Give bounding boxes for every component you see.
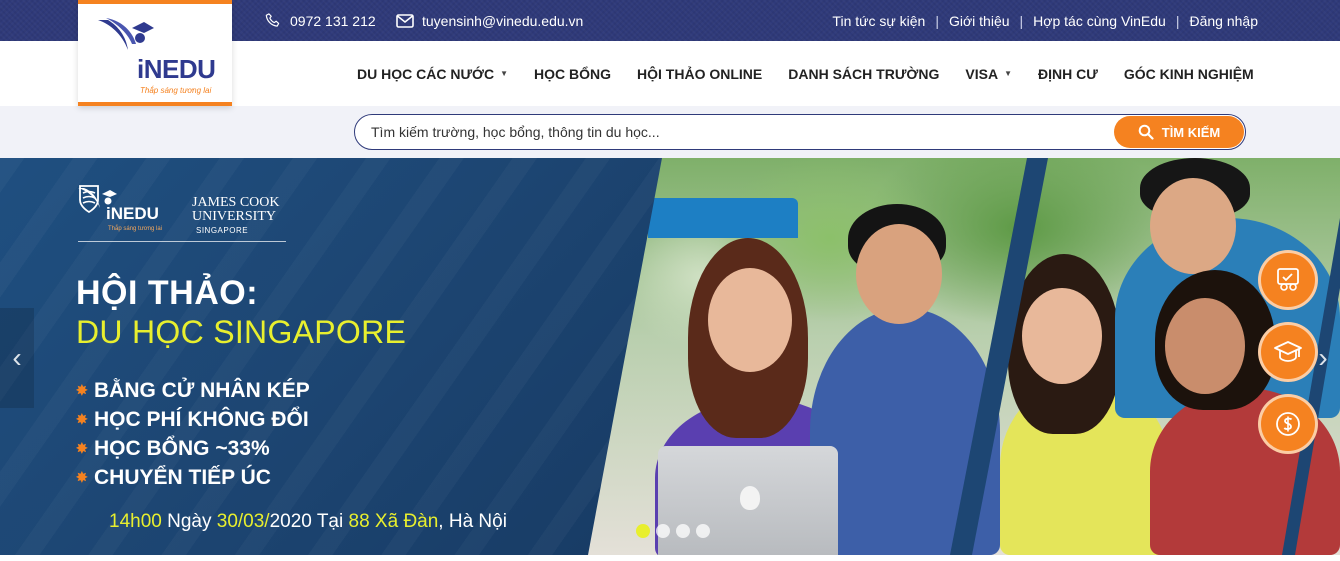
chevron-down-icon: ▼: [500, 69, 509, 78]
nav-label: ĐỊNH CƯ: [1037, 65, 1098, 82]
student-face: [1165, 298, 1245, 394]
apple-logo-icon: [740, 486, 760, 510]
consult-icon: [1277, 268, 1299, 291]
phone-icon: [265, 12, 280, 27]
search-bar: TÌM KIẾM: [354, 114, 1246, 150]
carousel-prev-button[interactable]: ‹: [0, 308, 34, 408]
search-button-label: TÌM KIẾM: [1161, 124, 1221, 140]
top-links: Tin tức sự kiện | Giới thiệu | Hợp tác c…: [832, 0, 1258, 41]
tuition-button[interactable]: [1258, 394, 1318, 454]
star-bullet-icon: ✸: [76, 440, 88, 456]
carousel-dot[interactable]: [636, 524, 650, 538]
student-face: [1022, 288, 1102, 384]
student-face: [856, 224, 942, 324]
email-address: tuyensinh@vinedu.edu.vn: [422, 12, 584, 29]
search-strip: TÌM KIẾM: [0, 106, 1340, 158]
student-face: [708, 268, 792, 372]
star-bullet-icon: ✸: [76, 411, 88, 427]
jcu-name: JAMES COOK UNIVERSITY: [192, 195, 280, 224]
dollar-icon: [1276, 412, 1300, 436]
separator: |: [935, 12, 939, 29]
hero-bullet-list: ✸ BẰNG CỬ NHÂN KÉP ✸ HỌC PHÍ KHÔNG ĐỔI ✸ HỌ…: [76, 376, 310, 492]
phone-contact[interactable]: 0972 131 212: [264, 0, 376, 41]
nav-study-abroad[interactable]: DU HỌC CÁC NƯỚC ▼: [357, 66, 508, 82]
hero-bullet: ✸ HỌC BỔNG ~33%: [76, 436, 270, 460]
graduation-cap-icon: [1274, 341, 1302, 362]
hero-bullet: ✸ CHUYỂN TIẾP ÚC: [76, 465, 271, 489]
nav-immigration[interactable]: ĐỊNH CƯ: [1038, 66, 1098, 82]
link-login[interactable]: Đăng nhập: [1189, 13, 1258, 29]
mail-icon: [396, 13, 414, 28]
email-contact[interactable]: tuyensinh@vinedu.edu.vn: [396, 0, 583, 41]
carousel-dot[interactable]: [696, 524, 710, 538]
hero-inedu-logo: iNEDU: [106, 204, 159, 223]
jcu-campus: SINGAPORE: [196, 226, 249, 235]
link-partner[interactable]: Hợp tác cùng VinEdu: [1033, 13, 1166, 29]
carousel-dot[interactable]: [676, 524, 690, 538]
umbrella-shape: [648, 198, 798, 238]
separator: |: [1019, 12, 1024, 29]
nav-experience[interactable]: GÓC KINH NGHIỆM: [1124, 66, 1254, 82]
star-bullet-icon: ✸: [76, 382, 88, 398]
star-bullet-icon: ✸: [76, 469, 88, 485]
nav-visa[interactable]: VISA ▼: [965, 66, 1012, 82]
logo-wordmark: iNEDU: [137, 54, 216, 84]
hero-inedu-tagline: Thắp sáng tương lai: [108, 226, 162, 232]
hero-event-info: 14h00 Ngày 30/03/2020 Tại 88 Xã Đàn, Hà …: [109, 511, 507, 532]
consult-button[interactable]: [1258, 250, 1318, 310]
link-news-events[interactable]: Tin tức sự kiện: [832, 13, 925, 29]
separator: |: [1175, 12, 1180, 29]
nav-label: GÓC KINH NGHIỆM: [1123, 65, 1254, 82]
hero-bullet: ✸ BẰNG CỬ NHÂN KÉP: [76, 378, 310, 402]
nav-school-list[interactable]: DANH SÁCH TRƯỜNG: [788, 66, 939, 82]
nav-label: DU HỌC CÁC NƯỚC: [357, 65, 495, 82]
laptop-image: [658, 446, 838, 555]
chevron-down-icon: ▼: [1004, 69, 1012, 78]
nav-label: HỘI THẢO ONLINE: [637, 65, 763, 82]
hero-brand-row: iNEDU Thắp sáng tương lai JAMES COOK UNIV…: [78, 182, 286, 242]
site-logo[interactable]: iNEDU Thắp sáng tương lai: [78, 0, 232, 106]
hero-title: HỘI THẢO:: [76, 274, 259, 312]
search-button[interactable]: TÌM KIẾM: [1114, 116, 1244, 148]
carousel-dot[interactable]: [656, 524, 670, 538]
student-face: [1150, 178, 1236, 274]
hero-subtitle: DU HỌC SINGAPORE: [76, 314, 407, 350]
logo-tagline: Thắp sáng tương lai: [140, 86, 212, 95]
nav-label: DANH SÁCH TRƯỜNG: [788, 65, 940, 82]
nav-online-seminars[interactable]: HỘI THẢO ONLINE: [637, 66, 762, 82]
link-about[interactable]: Giới thiệu: [949, 13, 1010, 29]
phone-number: 0972 131 212: [290, 12, 376, 29]
hero-banner[interactable]: iNEDU Thắp sáng tương lai JAMES COOK UNIV…: [0, 158, 1340, 555]
nav-items: DU HỌC CÁC NƯỚC ▼ HỌC BỔNG HỘI THẢO ONLI…: [357, 41, 1254, 106]
nav-label: HỌC BỔNG: [534, 65, 612, 82]
hero-bullet: ✸ HỌC PHÍ KHÔNG ĐỔI: [76, 407, 309, 431]
search-icon: [1138, 124, 1154, 140]
scholarship-button[interactable]: [1258, 322, 1318, 382]
floating-action-buttons: [1258, 250, 1318, 454]
jcu-crest-icon: [79, 185, 99, 214]
nav-label: VISA: [965, 65, 999, 82]
search-input[interactable]: [371, 115, 1111, 149]
carousel-dots: [636, 524, 710, 538]
nav-scholarships[interactable]: HỌC BỔNG: [534, 66, 611, 82]
